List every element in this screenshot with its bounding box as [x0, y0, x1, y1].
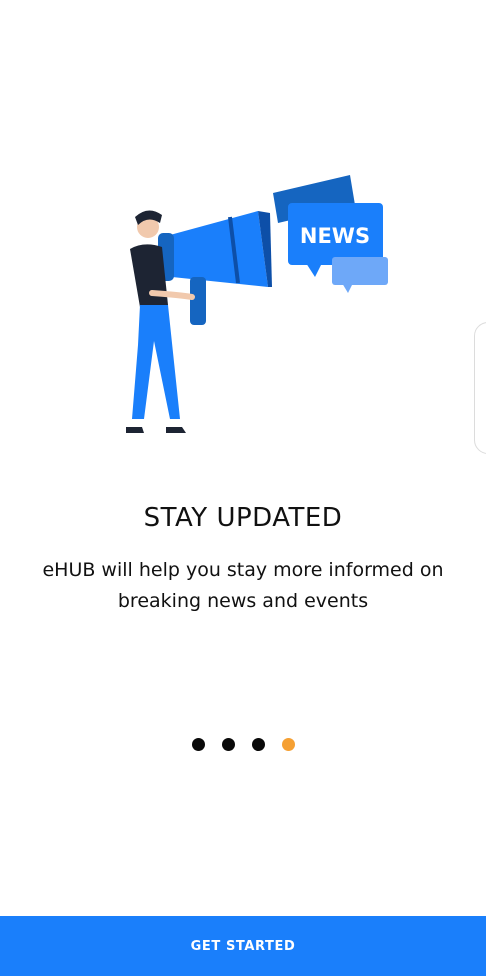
onboarding-description: eHUB will help you stay more informed on… [42, 559, 444, 612]
page-indicator [0, 738, 486, 751]
page-dot-active[interactable] [281, 738, 295, 751]
news-badge-text: NEWS [300, 224, 370, 248]
news-bubble-icon: NEWS [273, 175, 388, 293]
megaphone-news-illustration: NEWS [110, 165, 400, 445]
onboarding-title: STAY UPDATED [143, 503, 343, 533]
get-started-button[interactable]: GET STARTED [0, 916, 486, 976]
megaphone-icon [158, 211, 272, 325]
page-dot[interactable] [251, 738, 265, 751]
edge-panel-handle[interactable] [474, 322, 486, 454]
page-dot[interactable] [221, 738, 235, 751]
page-dot[interactable] [191, 738, 205, 751]
